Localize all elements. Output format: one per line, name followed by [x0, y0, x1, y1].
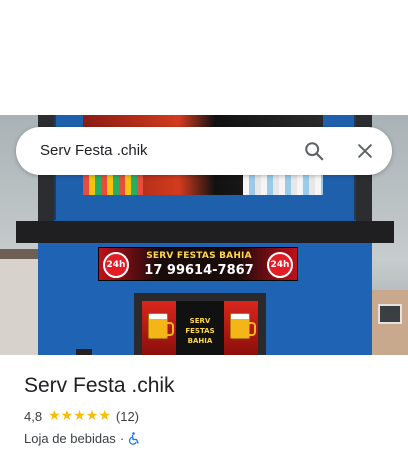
close-icon [358, 144, 372, 158]
search-button[interactable] [302, 139, 326, 163]
banner-phone: 17 99614-7867 [144, 263, 254, 278]
star-rating: ★ ★ ★ ★ ★ [48, 409, 111, 423]
close-button[interactable] [353, 139, 377, 163]
search-bar[interactable]: Serv Festa .chik [16, 127, 392, 175]
star-icon: ★ [48, 408, 61, 424]
banner-24h-badge-right: 24h [267, 252, 293, 278]
separator: · [119, 430, 125, 446]
search-icon [305, 142, 324, 161]
photo-right-window [378, 304, 402, 324]
maps-place-card: 24h SERV FESTAS BAHIA 17 99614-7867 24h … [0, 0, 408, 470]
photo-right-house [372, 290, 408, 355]
star-icon: ★ [73, 408, 86, 424]
photo-left-roof [0, 249, 38, 259]
storefront-door: SERV FESTAS BAHIA [142, 301, 258, 355]
banner-24h-badge-left: 24h [103, 252, 129, 278]
photo-left-house [0, 249, 38, 355]
banner-title: SERV FESTAS BAHIA [146, 251, 252, 261]
wheelchair-icon [129, 431, 139, 445]
door-panel-right [224, 301, 258, 355]
door-panel-left [142, 301, 176, 355]
review-count[interactable]: (12) [116, 409, 139, 424]
star-icon: ★ [60, 408, 74, 424]
sign-shelf-left [83, 173, 143, 195]
beer-mug-icon [230, 313, 256, 339]
star-icon: ★ [98, 408, 111, 424]
door-sign-line2: BAHIA [187, 337, 213, 345]
place-name: Serv Festa .chik [24, 374, 175, 397]
storefront-ledge [16, 221, 394, 243]
door-sign-line1: SERV FESTAS [185, 317, 215, 335]
place-info-panel[interactable]: Serv Festa .chik 4,8 ★ ★ ★ ★ ★ (12) Loja… [0, 355, 408, 470]
search-input[interactable]: Serv Festa .chik [40, 142, 148, 159]
star-icon: ★ [85, 408, 99, 424]
place-category: Loja de bebidas [24, 430, 116, 446]
storefront-banner: 24h SERV FESTAS BAHIA 17 99614-7867 24h [98, 247, 298, 281]
category-row: Loja de bebidas · [24, 430, 140, 446]
rating-value: 4,8 [24, 408, 43, 424]
sign-shelf-right [243, 173, 323, 195]
beer-mug-icon [148, 313, 174, 339]
rating-row[interactable]: 4,8 ★ ★ ★ ★ ★ (12) [24, 408, 139, 424]
door-sign: SERV FESTAS BAHIA [178, 316, 222, 346]
